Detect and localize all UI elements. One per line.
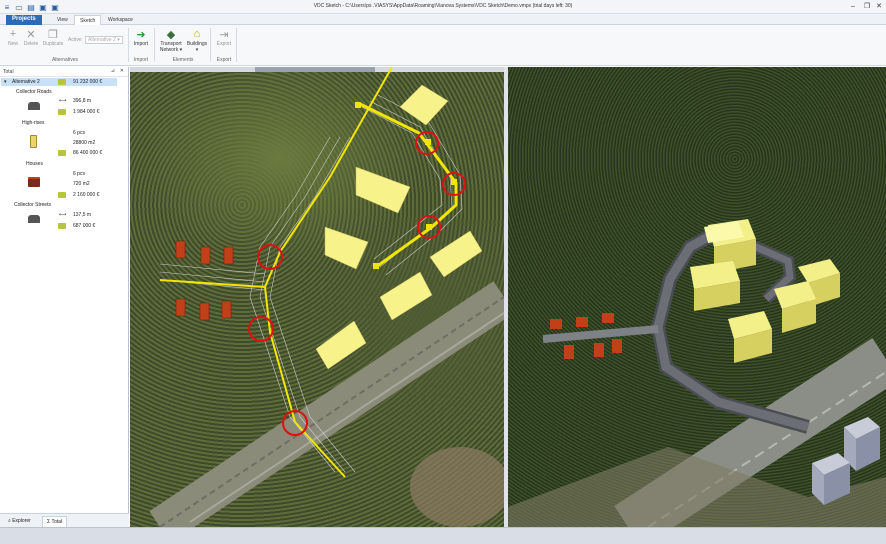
section-high-rises: High-rises — [22, 120, 45, 126]
house-buildings — [175, 240, 234, 321]
import-group-label: Import — [133, 57, 149, 63]
collector-street-west — [159, 279, 266, 288]
3d-high-rises — [690, 219, 840, 363]
plan-view-drawing — [130, 67, 504, 527]
cost-icon — [58, 150, 66, 156]
minimize-button[interactable]: – — [846, 1, 860, 13]
collector-roads-cost: 1 984 000 € — [73, 109, 100, 115]
cost-icon — [58, 192, 66, 198]
length-icon: ⟷ — [59, 212, 67, 218]
import-button[interactable]: ➜ Import — [128, 27, 154, 48]
house-icon: ⌂ — [193, 28, 201, 40]
houses-area: 720 m2 — [73, 181, 90, 187]
high-rises-count: 6 pcs — [73, 130, 85, 136]
collector-streets-cost: 687 000 € — [73, 223, 96, 229]
tab-view[interactable]: View — [52, 15, 73, 25]
scrollbar-thumb[interactable] — [255, 67, 375, 72]
tab-workspace[interactable]: Workspace — [103, 15, 138, 25]
road-icon — [28, 215, 40, 223]
road-node[interactable] — [425, 139, 431, 145]
road-icon — [28, 102, 40, 110]
road-node[interactable] — [355, 102, 361, 108]
panel-bottom-tabs: ⌕ Explorer Σ Total — [0, 513, 129, 528]
3d-view-drawing — [508, 219, 886, 527]
ribbon: + New ✕ Delete ❐ Duplicate Active Altern… — [0, 25, 886, 66]
import-icon: ➜ — [136, 28, 146, 41]
section-collector-roads: Collector Roads — [16, 89, 52, 95]
pin-icon[interactable]: ⊿ — [111, 68, 115, 74]
cost-icon — [58, 109, 66, 115]
collector-roads-length: 396,8 m — [73, 98, 92, 104]
road-node[interactable] — [373, 263, 379, 269]
export-button[interactable]: ⇥ Export — [211, 27, 237, 48]
tab-sketch[interactable]: Sketch — [74, 15, 102, 25]
panel-header: Total ⊿ ✕ — [0, 67, 128, 77]
status-bar — [0, 527, 886, 544]
duplicate-icon: ❐ — [48, 28, 58, 41]
window-title: VDC Sketch - C:\Users\ps .VIASYS\AppData… — [313, 3, 573, 9]
3d-street-west — [542, 325, 659, 343]
active-alternative: Active Alternative 2 ▾ — [68, 36, 123, 44]
cost-icon — [58, 223, 66, 229]
elements-group-label: Elements — [172, 57, 194, 63]
ribbon-divider — [236, 28, 237, 62]
title-bar: ≡ ▭ ▤ ▣ ▣ VDC Sketch - C:\Users\ps .VIAS… — [0, 0, 886, 14]
residential-area — [410, 447, 504, 527]
tab-explorer[interactable]: ⌕ Explorer — [4, 516, 35, 526]
close-panel-icon[interactable]: ✕ — [120, 68, 124, 74]
export-icon: ⇥ — [219, 28, 229, 41]
collector-streets-length: 137,5 m — [73, 212, 92, 218]
plan-view-map[interactable]: ⌇ ⌇ ⌇ ✥ ▥ ✕ — [130, 67, 504, 527]
high-rises-cost: 86 400 000 € — [73, 150, 103, 156]
buildings-button[interactable]: ⌂ Buildings ▾ — [184, 27, 210, 53]
active-alternative-select[interactable]: Alternative 2 ▾ — [85, 36, 123, 44]
alternatives-group-label: Alternatives — [51, 57, 79, 63]
road-node[interactable] — [451, 179, 457, 185]
expand-icon[interactable]: ▾ — [4, 79, 7, 85]
houses-cost: 2 160 000 € — [73, 192, 100, 198]
houses-count: 6 pcs — [73, 171, 85, 177]
section-collector-streets: Collector Streets — [14, 202, 51, 208]
section-houses: Houses — [26, 161, 43, 167]
road-icon: ◆ — [166, 28, 176, 41]
length-icon: ⟷ — [59, 98, 67, 104]
close-button[interactable]: ✕ — [872, 1, 886, 13]
ribbon-tabs: Projects View Sketch Workspace — [0, 14, 886, 25]
alternative-cost: 91 232 000 € — [73, 79, 103, 85]
alternative-name: Alternative 2 — [12, 79, 40, 85]
ribbon-divider — [154, 28, 155, 62]
panel-title: Total — [3, 69, 14, 75]
cost-icon — [58, 79, 66, 85]
transport-network-button[interactable]: ◆ Transport Network ▾ — [156, 27, 186, 54]
high-rise-icon — [30, 135, 37, 148]
high-rises-area: 28800 m2 — [73, 140, 96, 146]
export-group-label: Export — [216, 57, 232, 63]
totals-panel: Total ⊿ ✕ ▾ Alternative 2 91 232 000 € C… — [0, 67, 129, 528]
house-icon — [28, 177, 40, 187]
duplicate-button[interactable]: ❐ Duplicate — [40, 27, 66, 48]
3d-view[interactable] — [508, 67, 886, 527]
tab-projects[interactable]: Projects — [6, 15, 42, 25]
road-node[interactable] — [426, 224, 432, 230]
